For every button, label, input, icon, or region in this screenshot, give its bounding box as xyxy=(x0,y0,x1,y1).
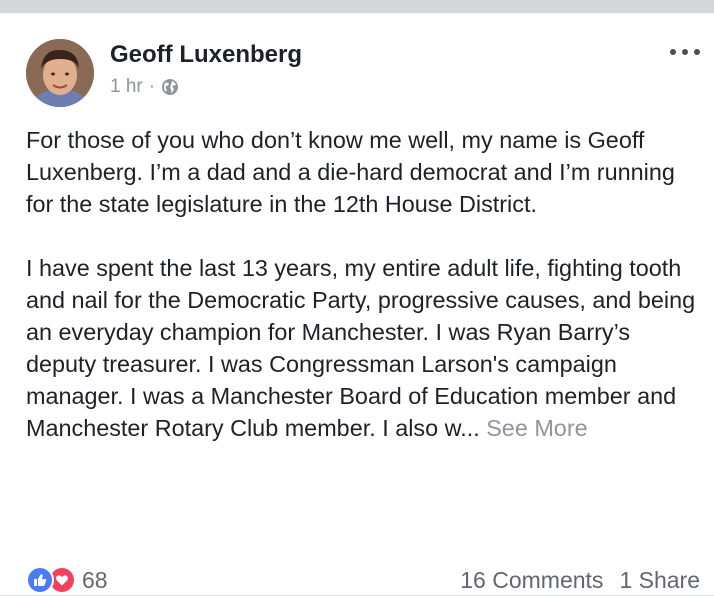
post-text: For those of you who don’t know me well,… xyxy=(26,124,702,444)
dot xyxy=(694,49,700,55)
comments-link[interactable]: 16 Comments xyxy=(460,567,603,594)
see-more-link[interactable]: See More xyxy=(486,415,587,441)
more-options-icon[interactable] xyxy=(670,45,700,59)
avatar[interactable] xyxy=(26,39,94,107)
reaction-count: 68 xyxy=(82,566,108,593)
post-meta: 1 hr · xyxy=(110,76,179,98)
post-paragraph-2-text: I have spent the last 13 years, my entir… xyxy=(26,255,696,441)
like-icon xyxy=(26,566,54,594)
meta-separator: · xyxy=(148,76,156,97)
post-paragraph-1: For those of you who don’t know me well,… xyxy=(26,127,675,217)
feed-background xyxy=(0,0,714,12)
avatar-image xyxy=(26,39,94,107)
globe-icon[interactable] xyxy=(161,78,179,96)
post-card: Geoff Luxenberg 1 hr · For those of you … xyxy=(0,12,714,595)
post-footer: 68 16 Comments 1 Share xyxy=(26,564,700,596)
post-paragraph-2: I have spent the last 13 years, my entir… xyxy=(26,252,702,444)
dot xyxy=(670,49,676,55)
author-name[interactable]: Geoff Luxenberg xyxy=(110,41,302,69)
dot xyxy=(682,49,688,55)
reactions-summary[interactable]: 68 xyxy=(26,566,108,594)
shares-link[interactable]: 1 Share xyxy=(619,567,700,594)
post-timestamp[interactable]: 1 hr xyxy=(110,76,143,98)
